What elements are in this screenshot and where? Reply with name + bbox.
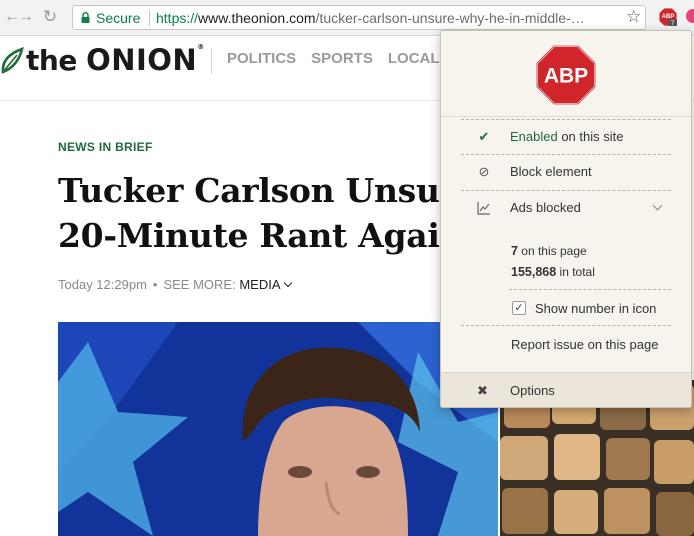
article-kicker[interactable]: NEWS IN BRIEF [58,140,153,154]
url-path: /tucker-carlson-unsure-why-he-in-middle-… [315,10,585,26]
nav-politics[interactable]: POLITICS [227,50,296,67]
category-link[interactable]: MEDIA [239,277,280,292]
address-separator [149,10,150,26]
options-row[interactable]: ✖ Options [441,372,691,407]
block-element-row[interactable]: ⊘ Block element [461,154,671,190]
site-nav: POLITICS SPORTS LOCAL EN [227,50,475,67]
adblock-plus-popup: ABP ✔ Enabled on this site ⊘ Block eleme… [440,30,692,408]
publish-time: Today 12:29pm [58,277,147,292]
abp-logo-icon: ABP [536,45,596,105]
report-issue-link[interactable]: Report issue on this page [511,337,658,352]
browser-window: ← → ↻ Secure https://www.theonion.com/tu… [0,0,694,536]
adblock-plus-extension-icon[interactable]: ABP 7 [658,7,678,27]
enabled-word: Enabled [510,129,558,144]
chevron-down-icon[interactable] [283,278,292,288]
wrench-icon: ✖ [477,383,488,398]
divider [461,325,671,326]
reload-icon[interactable]: ↻ [40,7,60,27]
divider [509,289,671,290]
extension-avatar-icon[interactable] [686,9,694,23]
url-text[interactable]: https://www.theonion.com/tucker-carlson-… [156,10,616,26]
show-number-label[interactable]: Show number in icon [535,301,656,316]
show-number-checkbox[interactable]: ✓ [512,301,526,315]
block-circle-icon: ⊘ [478,164,490,179]
chart-line-icon [477,202,490,215]
nav-sports[interactable]: SPORTS [311,50,373,67]
onion-leaf-logo-icon[interactable] [0,46,26,76]
forward-arrow-icon[interactable]: → [16,7,36,27]
block-element-label: Block element [510,164,592,179]
secure-label: Secure [96,10,141,26]
url-scheme: https:// [156,10,199,26]
bookmark-star-icon[interactable]: ☆ [626,7,641,27]
header-divider [211,48,212,74]
options-label: Options [510,383,555,398]
page-count: 7 [511,244,518,258]
url-host: www.theonion.com [198,10,316,26]
ads-blocked-row[interactable]: Ads blocked [461,190,671,226]
logo-the: the [26,44,77,77]
page-count-suffix: on this page [517,244,587,258]
see-more-label: SEE MORE: [163,277,236,292]
total-count-suffix: in total [556,265,595,279]
checkmark-icon: ✔ [478,129,490,144]
chevron-down-icon[interactable] [652,200,663,211]
nav-local[interactable]: LOCAL [388,50,440,67]
logo-registered: ® [197,43,204,51]
blocked-stats: 7 on this page 155,868 in total [511,241,595,283]
page-stat: 7 on this page [511,241,595,262]
abp-logo-text: ABP [544,65,588,88]
article-meta: Today 12:29pm • SEE MORE: MEDIA [58,277,292,292]
site-logo[interactable]: the ONION® [26,43,204,77]
popup-header: ABP [441,31,691,117]
enabled-label: Enabled on this site [510,129,623,144]
logo-onion: ONION [86,43,198,77]
ads-blocked-label: Ads blocked [510,200,581,215]
lock-icon [81,12,90,23]
enabled-row[interactable]: ✔ Enabled on this site [461,119,671,155]
total-count: 155,868 [511,265,557,279]
meta-dot: • [152,277,158,292]
address-bar[interactable]: Secure https://www.theonion.com/tucker-c… [72,5,646,30]
enabled-rest: on this site [557,129,624,144]
total-stat: 155,868 in total [511,262,595,283]
article-hero-image[interactable] [58,322,498,536]
